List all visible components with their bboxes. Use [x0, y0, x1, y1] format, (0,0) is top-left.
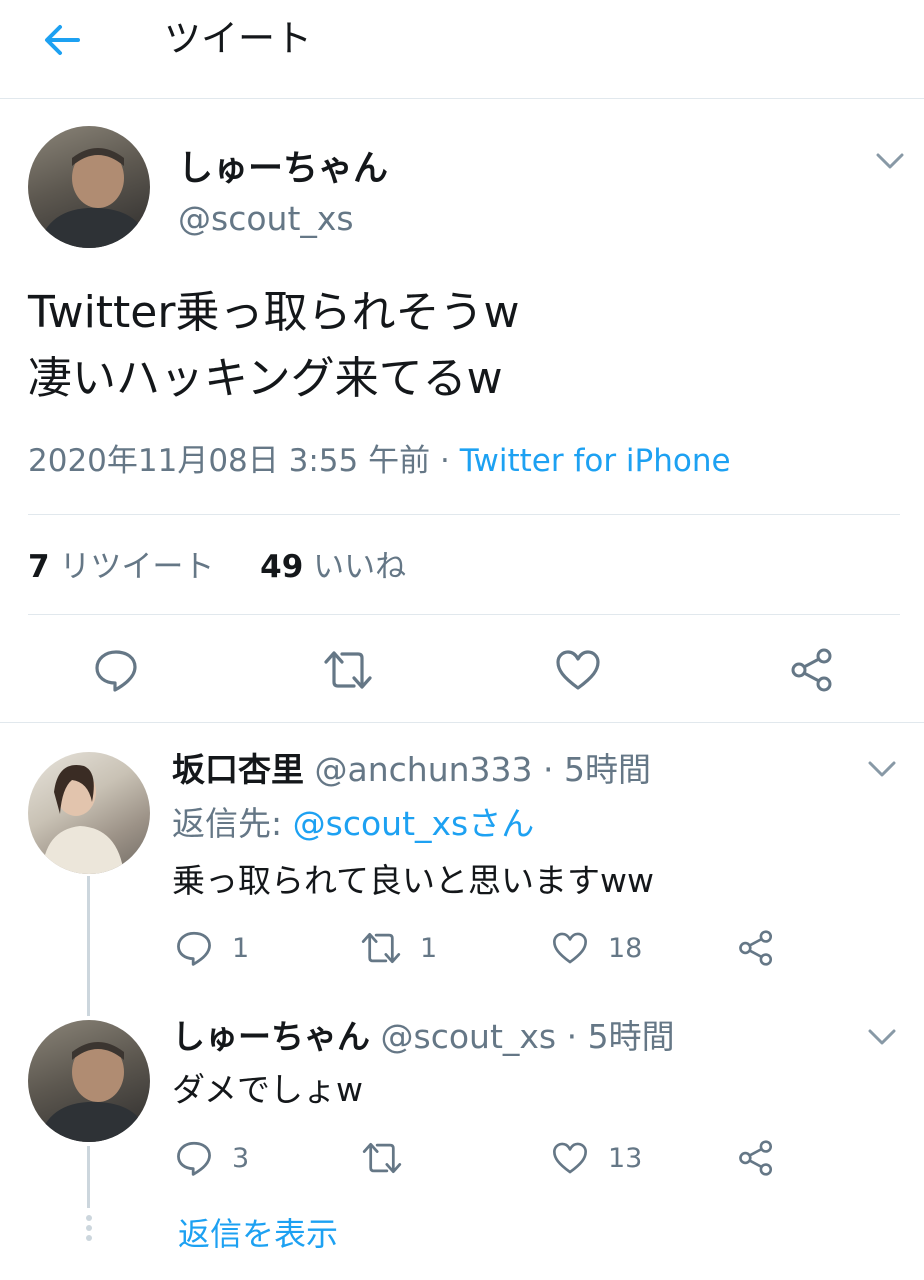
like-button[interactable]: 18: [552, 931, 642, 965]
back-button[interactable]: [40, 18, 84, 62]
tweet-stats: 7 リツイート 49 いいね: [28, 547, 406, 587]
retweet-count: 7: [28, 549, 50, 585]
author-handle[interactable]: @scout_xs: [178, 199, 354, 238]
retweet-count: 1: [420, 932, 438, 964]
like-count: 13: [608, 1142, 643, 1174]
author-name[interactable]: しゅーちゃん: [178, 140, 388, 191]
reply-button[interactable]: 3: [176, 1140, 249, 1176]
share-button[interactable]: [736, 928, 776, 968]
divider: [28, 614, 900, 615]
reply-icon: [177, 1141, 211, 1176]
top-bar: ツイート: [0, 0, 924, 99]
share-icon: [739, 930, 773, 966]
like-icon: [556, 650, 600, 690]
reply-action-bar: 1: [176, 926, 249, 970]
like-icon: [553, 932, 587, 964]
avatar[interactable]: [28, 1020, 150, 1142]
reply-count: 3: [232, 1142, 250, 1174]
retweet-icon: [362, 1142, 402, 1174]
chevron-down-icon: [868, 761, 896, 777]
tweet-options-button[interactable]: [870, 146, 910, 176]
share-icon: [739, 1140, 773, 1176]
avatar[interactable]: [28, 752, 150, 874]
tweet-text-line: 凄いハッキング来てるw: [28, 353, 503, 404]
reply-text: ダメでしょw: [172, 1070, 363, 1109]
reply-time[interactable]: · 5時間: [543, 750, 651, 789]
like-button[interactable]: 13: [552, 1141, 642, 1175]
reply-to-label: 返信先:: [172, 804, 283, 843]
like-button[interactable]: [552, 644, 604, 696]
thread-line: [87, 1146, 90, 1208]
reply-options-button[interactable]: [862, 1022, 902, 1052]
like-icon: [553, 1142, 587, 1174]
divider: [28, 514, 900, 515]
reply-count: 1: [232, 932, 250, 964]
reply-action-bar: 13: [552, 1136, 642, 1180]
reply-author-name[interactable]: しゅーちゃん: [172, 1017, 370, 1056]
back-arrow-icon: [45, 25, 80, 55]
retweets-stat[interactable]: 7 リツイート: [28, 549, 214, 585]
reply-action-bar: 3: [176, 1136, 249, 1180]
tweet-text: Twitter乗っ取られそうw 凄いハッキング来てるw: [28, 288, 519, 404]
reply-author-name[interactable]: 坂口杏里: [172, 750, 304, 789]
chevron-down-icon: [876, 153, 904, 169]
retweet-button[interactable]: [360, 1136, 404, 1180]
like-label: いいね: [313, 549, 407, 585]
reply-action-bar: 18: [552, 926, 642, 970]
chevron-down-icon: [868, 1029, 896, 1045]
reply-icon: [95, 650, 137, 692]
retweet-icon: [324, 651, 372, 689]
reply-author-handle[interactable]: @anchun333: [315, 750, 533, 789]
reply-icon: [177, 931, 211, 966]
reply-to-handle[interactable]: @scout_xsさん: [293, 804, 535, 843]
reply-button[interactable]: 1: [176, 930, 249, 966]
reply-text: 乗っ取られて良いと思いますww: [172, 861, 654, 900]
avatar-photo: [42, 765, 124, 874]
tweet-timestamp[interactable]: 2020年11月08日 3:55 午前: [28, 443, 430, 479]
show-replies-link[interactable]: 返信を表示: [178, 1209, 338, 1255]
reply-to: 返信先: @scout_xsさん: [172, 804, 534, 844]
avatar-photo: [38, 1042, 150, 1142]
reply-header: しゅーちゃん @scout_xs · 5時間: [172, 1017, 675, 1057]
retweet-label: リツイート: [59, 549, 215, 585]
like-count: 49: [260, 549, 304, 585]
tweet-meta: 2020年11月08日 3:55 午前 · Twitter for iPhone: [28, 441, 731, 481]
avatar-photo: [38, 148, 150, 248]
tweet-text-line: Twitter乗っ取られそうw: [28, 287, 520, 338]
tweet-source[interactable]: Twitter for iPhone: [460, 443, 731, 479]
share-button[interactable]: [736, 1138, 776, 1178]
reply-options-button[interactable]: [862, 754, 902, 784]
retweet-icon: [361, 932, 401, 964]
share-button[interactable]: [786, 644, 838, 696]
reply-header: 坂口杏里 @anchun333 · 5時間: [172, 750, 651, 790]
retweet-button[interactable]: [320, 644, 376, 696]
page-title: ツイート: [164, 17, 312, 60]
thread-line: [87, 876, 90, 1016]
thread-dots: [85, 1214, 93, 1242]
reply-author-handle[interactable]: @scout_xs: [381, 1017, 557, 1056]
reply-button[interactable]: [90, 644, 142, 696]
avatar[interactable]: [28, 126, 150, 248]
likes-stat[interactable]: 49 いいね: [260, 549, 406, 585]
reply-action-bar: 1: [360, 926, 437, 970]
share-icon: [791, 648, 832, 692]
meta-separator: ·: [439, 443, 450, 479]
section-divider: [0, 722, 924, 723]
like-count: 18: [608, 932, 643, 964]
reply-time[interactable]: · 5時間: [567, 1017, 675, 1056]
retweet-button[interactable]: 1: [360, 930, 437, 966]
